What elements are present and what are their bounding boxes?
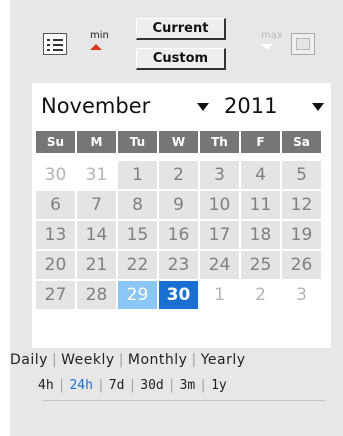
- month-select[interactable]: November: [41, 90, 211, 123]
- list-line: [53, 49, 63, 51]
- separator: |: [57, 378, 66, 393]
- min-arrow-icon[interactable]: [90, 44, 102, 50]
- calendar: November 2011 Su M Tu W Th F Sa 30 31 1 2 3 4 5 6 7 8 9 10…: [32, 83, 331, 348]
- weekday-header: Th: [200, 131, 239, 153]
- span-link-24h[interactable]: 24h: [69, 378, 92, 393]
- day-cell[interactable]: 29: [118, 281, 157, 309]
- separator: |: [191, 352, 197, 368]
- weekday-header: Sa: [282, 131, 321, 153]
- divider: [43, 400, 325, 401]
- day-cell[interactable]: 7: [77, 191, 116, 219]
- year-select[interactable]: 2011: [224, 90, 329, 123]
- span-link-1y[interactable]: 1y: [211, 378, 227, 393]
- day-cell[interactable]: 14: [77, 221, 116, 249]
- list-bullet: [47, 44, 50, 46]
- day-cell[interactable]: 15: [118, 221, 157, 249]
- period-link-weekly[interactable]: Weekly: [61, 352, 115, 368]
- year-value: 2011: [224, 94, 278, 118]
- day-cell[interactable]: 31: [77, 161, 116, 189]
- window-icon: [291, 33, 315, 55]
- day-cell[interactable]: 25: [241, 251, 280, 279]
- weekday-header: W: [159, 131, 198, 153]
- day-cell[interactable]: 18: [241, 221, 280, 249]
- day-cell[interactable]: 16: [159, 221, 198, 249]
- day-cell[interactable]: 30: [159, 281, 198, 309]
- month-value: November: [41, 94, 151, 118]
- window-icon-inner: [296, 38, 310, 50]
- span-link-4h[interactable]: 4h: [38, 378, 54, 393]
- day-cell[interactable]: 26: [282, 251, 321, 279]
- day-cell[interactable]: 24: [200, 251, 239, 279]
- span-link-30d[interactable]: 30d: [140, 378, 163, 393]
- separator: |: [96, 378, 105, 393]
- current-button[interactable]: Current: [136, 18, 226, 40]
- day-cell[interactable]: 6: [36, 191, 75, 219]
- span-links: 4h | 24h | 7d | 30d | 3m | 1y: [38, 378, 343, 393]
- weekday-header: M: [77, 131, 116, 153]
- separator: |: [128, 378, 137, 393]
- date-range-panel: min Current Custom max November 2011 Su M…: [10, 0, 343, 436]
- day-cell[interactable]: 3: [282, 281, 321, 309]
- day-cell[interactable]: 13: [36, 221, 75, 249]
- day-cell[interactable]: 17: [200, 221, 239, 249]
- day-cell[interactable]: 12: [282, 191, 321, 219]
- day-cell[interactable]: 10: [200, 191, 239, 219]
- max-arrow-icon: [261, 44, 273, 50]
- list-icon[interactable]: [43, 33, 67, 55]
- weekday-header: F: [241, 131, 280, 153]
- day-cell[interactable]: 27: [36, 281, 75, 309]
- day-cell[interactable]: 23: [159, 251, 198, 279]
- max-label: max: [261, 30, 283, 41]
- period-link-daily[interactable]: Daily: [10, 352, 48, 368]
- calendar-grid: Su M Tu W Th F Sa 30 31 1 2 3 4 5 6 7 8 9 10 11 12 13 14 15 16 17…: [36, 131, 321, 309]
- separator: |: [167, 378, 176, 393]
- weekday-header: Tu: [118, 131, 157, 153]
- separator: |: [118, 352, 124, 368]
- list-bullet: [47, 39, 50, 41]
- day-cell[interactable]: 11: [241, 191, 280, 219]
- list-bullet: [47, 49, 50, 51]
- chevron-down-icon: [312, 103, 324, 111]
- min-label: min: [90, 30, 109, 41]
- day-cell[interactable]: 28: [77, 281, 116, 309]
- day-cell[interactable]: 9: [159, 191, 198, 219]
- day-cell[interactable]: 1: [200, 281, 239, 309]
- day-cell[interactable]: 5: [282, 161, 321, 189]
- day-cell[interactable]: 2: [159, 161, 198, 189]
- period-links: Daily | Weekly | Monthly | Yearly: [10, 352, 343, 368]
- list-line: [53, 39, 63, 41]
- separator: |: [51, 352, 58, 368]
- day-cell[interactable]: 20: [36, 251, 75, 279]
- custom-button[interactable]: Custom: [136, 48, 226, 70]
- weekday-header: Su: [36, 131, 75, 153]
- period-link-yearly[interactable]: Yearly: [201, 352, 246, 368]
- list-line: [53, 44, 63, 46]
- day-cell[interactable]: 1: [118, 161, 157, 189]
- day-cell[interactable]: 8: [118, 191, 157, 219]
- chevron-down-icon: [197, 103, 209, 111]
- separator: |: [199, 378, 208, 393]
- day-cell[interactable]: 21: [77, 251, 116, 279]
- span-link-7d[interactable]: 7d: [109, 378, 125, 393]
- day-cell[interactable]: 30: [36, 161, 75, 189]
- day-cell[interactable]: 22: [118, 251, 157, 279]
- day-cell[interactable]: 4: [241, 161, 280, 189]
- span-link-3m[interactable]: 3m: [180, 378, 196, 393]
- day-cell[interactable]: 19: [282, 221, 321, 249]
- period-link-monthly[interactable]: Monthly: [128, 352, 188, 368]
- day-cell[interactable]: 3: [200, 161, 239, 189]
- day-cell[interactable]: 2: [241, 281, 280, 309]
